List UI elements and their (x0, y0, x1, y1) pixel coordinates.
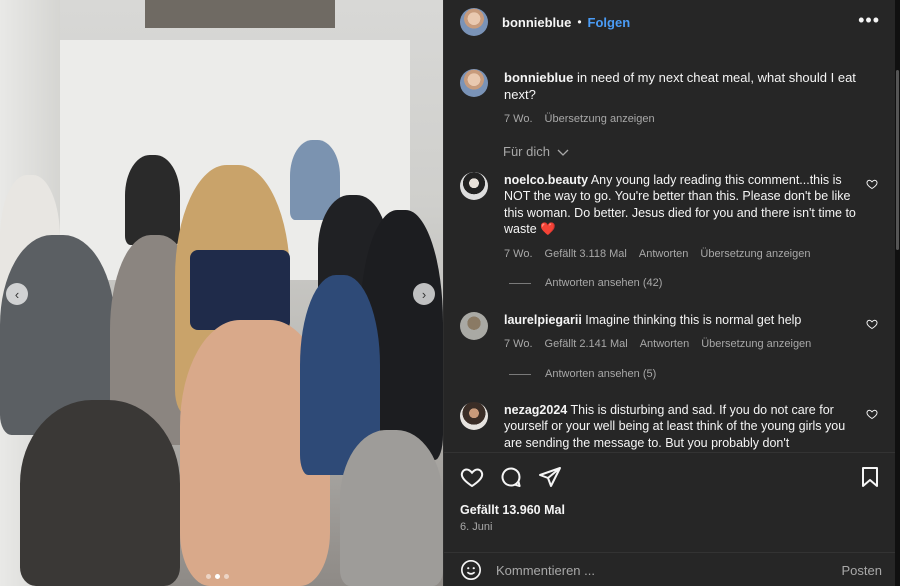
view-replies-button[interactable]: Antworten ansehen (42) (509, 277, 662, 289)
carousel-dot (224, 574, 229, 579)
photo-figure (20, 400, 180, 586)
comment-likes[interactable]: Gefällt 2.141 Mal (545, 336, 628, 352)
carousel-dot (206, 574, 211, 579)
separator-dot: • (577, 15, 582, 29)
comment-icon[interactable] (499, 465, 523, 489)
comment-likes[interactable]: Gefällt 3.118 Mal (545, 246, 627, 262)
like-comment-heart-icon[interactable] (866, 408, 878, 420)
post-likes-count[interactable]: Gefällt 13.960 Mal (460, 503, 565, 517)
caption-age: 7 Wo. (504, 113, 533, 125)
bookmark-icon[interactable] (858, 465, 882, 489)
author-username[interactable]: bonnieblue (502, 15, 571, 30)
carousel-dot-active (215, 574, 220, 579)
post-comment-button[interactable]: Posten (842, 563, 882, 578)
commenter-username[interactable]: nezag2024 (504, 403, 567, 417)
replies-divider (509, 373, 531, 375)
chevron-right-icon: › (421, 286, 427, 302)
post-actions-section: Gefällt 13.960 Mal 6. Juni Posten (444, 452, 896, 586)
photo-ceiling (145, 0, 335, 28)
view-replies-label: Antworten ansehen (5) (545, 368, 657, 380)
comment-item: laurelpiegarii Imagine thinking this is … (460, 312, 880, 353)
more-options-icon[interactable]: ••• (858, 11, 880, 29)
view-replies-button[interactable]: Antworten ansehen (5) (509, 368, 656, 380)
heart-emoji: ❤️ (540, 222, 556, 237)
comment-age: 7 Wo. (504, 338, 533, 351)
emoji-icon[interactable] (460, 559, 482, 581)
photo-figure (190, 250, 290, 330)
comment-translate-link[interactable]: Übersetzung anzeigen (701, 336, 811, 352)
carousel-next-button[interactable]: › (413, 283, 435, 305)
comment-item: nezag2024 This is disturbing and sad. If… (460, 402, 880, 451)
action-bar (460, 465, 562, 489)
like-comment-heart-icon[interactable] (866, 178, 878, 190)
like-comment-heart-icon[interactable] (866, 318, 878, 330)
comment-composer: Posten (444, 552, 896, 586)
photo-figure (125, 155, 180, 245)
post-header: bonnieblue • Folgen ••• (444, 0, 896, 44)
comment-reply-button[interactable]: Antworten (640, 336, 690, 352)
caption-username[interactable]: bonnieblue (504, 70, 573, 85)
share-icon[interactable] (538, 465, 562, 489)
photo-figure (340, 430, 443, 586)
comment-item: noelco.beauty Any young lady reading thi… (460, 172, 880, 262)
page-scrollbar[interactable] (895, 0, 900, 586)
author-avatar[interactable] (460, 8, 488, 36)
post-image[interactable]: ‹ › (0, 0, 443, 586)
post-caption: bonnieblue in need of my next cheat meal… (460, 69, 880, 128)
caption-author-avatar[interactable] (460, 69, 488, 97)
commenter-username[interactable]: laurelpiegarii (504, 313, 582, 327)
comment-sort-dropdown[interactable]: Für dich (503, 144, 569, 159)
post-date: 6. Juni (460, 521, 493, 533)
view-replies-label: Antworten ansehen (42) (545, 277, 663, 289)
replies-divider (509, 282, 531, 284)
comment-translate-link[interactable]: Übersetzung anzeigen (700, 246, 810, 262)
commenter-avatar[interactable] (460, 402, 488, 430)
commenter-avatar[interactable] (460, 172, 488, 200)
scrollbar-thumb[interactable] (896, 70, 899, 250)
chevron-down-icon (557, 149, 569, 156)
comment-text: Imagine thinking this is normal get help (585, 313, 802, 327)
comment-reply-button[interactable]: Antworten (639, 246, 689, 262)
chevron-left-icon: ‹ (14, 286, 20, 302)
comment-age: 7 Wo. (504, 247, 533, 260)
commenter-username[interactable]: noelco.beauty (504, 173, 588, 187)
follow-button[interactable]: Folgen (588, 15, 631, 30)
heart-icon[interactable] (460, 465, 484, 489)
carousel-indicator (206, 574, 229, 579)
carousel-prev-button[interactable]: ‹ (6, 283, 28, 305)
post-side-panel: bonnieblue • Folgen ••• bonnieblue in ne… (443, 0, 896, 586)
sort-label: Für dich (503, 144, 550, 159)
comment-input[interactable] (496, 562, 816, 578)
commenter-avatar[interactable] (460, 312, 488, 340)
caption-translate-link[interactable]: Übersetzung anzeigen (545, 111, 655, 128)
